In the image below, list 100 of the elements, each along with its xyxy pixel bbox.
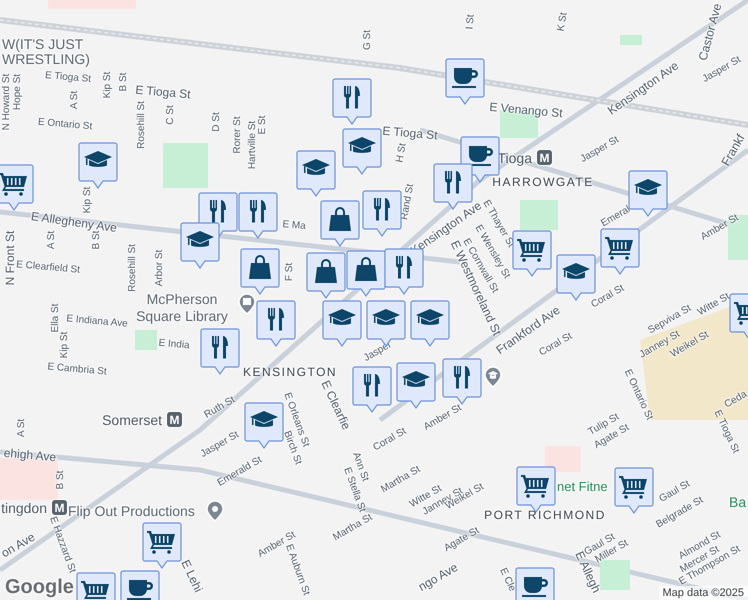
street-label: N Front St — [4, 230, 16, 286]
coffee-cup-icon — [522, 577, 548, 597]
school-marker[interactable] — [342, 128, 382, 175]
restaurant-marker[interactable] — [200, 328, 240, 375]
place-label[interactable]: Ba — [729, 494, 746, 511]
neighborhood-label: PORT RICHMOND — [484, 509, 606, 521]
school-marker[interactable] — [244, 402, 284, 449]
school-pin-icon[interactable] — [484, 366, 502, 388]
street-label: E Ontario St — [622, 368, 654, 422]
cafe-marker[interactable] — [445, 58, 485, 105]
graduation-cap-icon — [328, 309, 356, 325]
street-label: Witte St — [696, 292, 732, 318]
shop-marker[interactable] — [240, 248, 280, 295]
street-label: on Ave — [0, 530, 37, 560]
street-label: Hope St — [13, 74, 23, 110]
street-label: E Ma — [282, 220, 306, 232]
location-pin-icon[interactable] — [206, 500, 224, 522]
shopping-bag-icon — [315, 259, 337, 283]
graduation-cap-icon — [416, 309, 444, 325]
street-label: E Cambria St — [46, 362, 108, 378]
street-label: E Clearfield St — [16, 260, 80, 276]
street-label: Hartville St — [248, 120, 258, 170]
street-label: Coral St — [590, 284, 626, 310]
street-label: Castor Ave — [696, 2, 724, 62]
school-marker[interactable] — [628, 170, 668, 217]
street-label: E Lehi — [179, 558, 205, 594]
station-label[interactable]: Somerset — [102, 412, 162, 426]
coffee-cup-icon — [452, 68, 478, 88]
metro-badge: M — [166, 411, 183, 428]
restaurant-marker[interactable] — [442, 358, 482, 405]
street-label: Arbor St — [155, 250, 165, 286]
shop-marker[interactable] — [346, 250, 386, 297]
street-label: A St — [47, 230, 57, 250]
street-label: B St — [92, 230, 102, 250]
street-label: D St — [212, 112, 222, 132]
station-label[interactable]: Tioga — [497, 150, 532, 164]
school-marker[interactable] — [322, 300, 362, 347]
commercial-area — [545, 446, 581, 472]
street-label: I St — [465, 14, 477, 30]
place-label[interactable]: Flip Out Productions — [68, 503, 195, 520]
graduation-cap-icon — [372, 309, 400, 325]
street-label: E Venango St — [488, 100, 564, 120]
school-marker[interactable] — [296, 150, 336, 197]
street-label: Kip St — [60, 332, 70, 358]
park-area — [520, 200, 558, 230]
street-label: F St — [285, 262, 295, 282]
restaurant-marker[interactable] — [384, 248, 424, 295]
street-label: E St — [258, 116, 268, 134]
grocery-marker[interactable] — [512, 230, 552, 277]
school-marker[interactable] — [410, 300, 450, 347]
shopping-cart-icon — [734, 302, 748, 325]
metro-badge: M — [536, 149, 553, 166]
station-label[interactable]: tingdon — [1, 500, 47, 514]
shopping-cart-icon — [147, 531, 175, 554]
street-label: Kip St — [83, 186, 93, 214]
street-label: B St — [56, 470, 66, 490]
restaurant-marker[interactable] — [352, 366, 392, 413]
restaurant-marker[interactable] — [362, 190, 402, 237]
shopping-cart-icon — [81, 581, 109, 599]
street-label: E Tioga St — [382, 124, 438, 142]
street-label: Gaul St — [658, 479, 692, 505]
street-label: Agate St — [442, 526, 482, 554]
fork-knife-icon — [445, 171, 461, 194]
shopping-cart-icon — [517, 239, 545, 262]
street-label: Ruth St — [203, 395, 237, 421]
grocery-marker[interactable] — [142, 522, 182, 569]
street-label: E Tioga St — [44, 71, 92, 85]
fork-knife-icon — [454, 366, 470, 388]
shop-marker[interactable] — [320, 200, 360, 247]
street-label: Coral St — [372, 426, 408, 454]
grocery-marker[interactable] — [0, 164, 34, 211]
graduation-cap-icon — [302, 159, 330, 175]
school-marker[interactable] — [396, 362, 436, 409]
grocery-marker[interactable] — [600, 228, 640, 275]
graduation-cap-icon — [186, 231, 214, 247]
library-pin-icon[interactable] — [238, 293, 256, 315]
street-label: E India — [158, 338, 190, 352]
park-area — [163, 143, 208, 188]
shop-marker[interactable] — [306, 252, 346, 299]
shopping-bag-icon — [329, 207, 351, 231]
street-label: E Tioga St — [712, 408, 740, 456]
park-area — [728, 215, 748, 260]
restaurant-marker[interactable] — [332, 78, 372, 125]
restaurant-marker[interactable] — [238, 192, 278, 239]
place-label[interactable]: McPherson Square Library — [126, 291, 238, 325]
fork-knife-icon — [364, 374, 380, 396]
fork-knife-icon — [374, 198, 390, 220]
map-attribution: Map data ©2025 — [658, 586, 748, 600]
grocery-marker[interactable] — [614, 467, 654, 514]
cafe-marker[interactable] — [515, 567, 555, 600]
restaurant-marker[interactable] — [256, 300, 296, 347]
google-logo[interactable]: Google — [5, 577, 74, 597]
street-label: Rosehill St — [128, 244, 138, 292]
school-marker[interactable] — [180, 222, 220, 269]
coffee-cup-icon — [127, 580, 153, 600]
place-label[interactable]: W(IT'S JUST WRESTLING) — [2, 37, 98, 67]
place-label[interactable]: net Fitne — [557, 479, 608, 495]
neighborhood-label: HARROWGATE — [492, 176, 594, 188]
park-area — [620, 35, 642, 45]
street-label: E Auburn St — [283, 543, 311, 597]
